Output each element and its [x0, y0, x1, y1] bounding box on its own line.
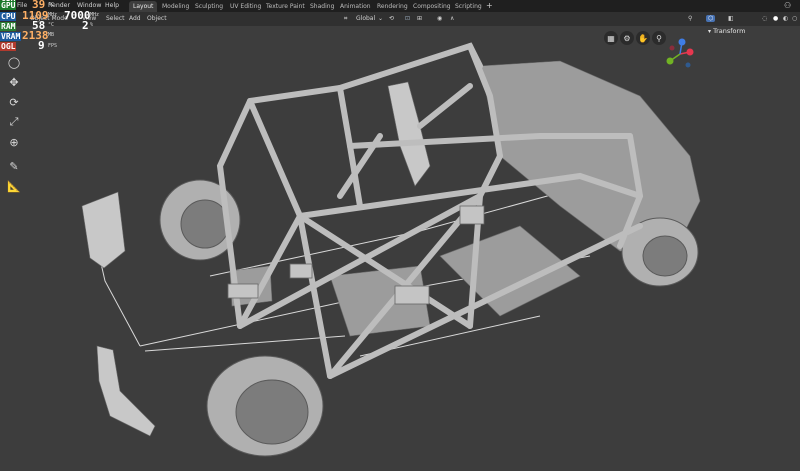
move-tool-icon[interactable]: ✥ [4, 73, 24, 91]
stat-ogl-unit: FPS [48, 43, 58, 49]
falloff-icon[interactable]: ∧ [450, 15, 454, 22]
rotate-tool-icon[interactable]: ⟳ [4, 93, 24, 111]
navigation-gizmo[interactable] [660, 34, 700, 74]
stat-cpu-label: CPU [0, 12, 17, 21]
viewport-gizmo-toggle-icon[interactable]: ⚲ [688, 15, 692, 22]
chevron-down-icon[interactable]: ⌄ [378, 15, 383, 22]
stat-ogl-label: OGL [0, 42, 17, 51]
tab-rendering[interactable]: Rendering [373, 1, 412, 12]
axis-x-icon[interactable] [686, 48, 694, 56]
viewport-header: Object Mode View Select Add Object ⌗ Glo… [0, 12, 800, 26]
3d-viewport[interactable]: GPU ◯ ✥ ⟳ ⤢ ⊕ ✎ 📐 ▦ ⚙ ✋ ⚲ ▾ Transform [0, 0, 800, 471]
car-rollcage-model [81, 42, 701, 457]
stat-vram-unit: MB [48, 32, 55, 38]
snap-target-icon[interactable]: ⊞ [417, 15, 422, 22]
scale-tool-icon[interactable]: ⤢ [4, 113, 24, 131]
pan-view-icon[interactable]: ✋ [636, 31, 650, 45]
stat-cpu-unit2: MHz [90, 12, 100, 18]
stat-ram-value2: 2 [82, 19, 89, 32]
tab-layout[interactable]: Layout [129, 1, 158, 12]
tab-modeling[interactable]: Modeling [158, 1, 193, 12]
stat-cpu-unit: MHz [48, 12, 58, 18]
stats-overlay-block: GPU 39 °C CPU 1109 MHz 7000 MHz RAM 58 °… [0, 0, 112, 52]
transform-panel-title: Transform [713, 27, 746, 35]
tab-texture-paint[interactable]: Texture Paint [262, 1, 309, 12]
stat-ram-unit: °C [48, 22, 55, 28]
shading-wireframe-icon[interactable]: ◌ [762, 15, 767, 22]
annotate-tool-icon[interactable]: ✎ [4, 157, 24, 175]
tab-animation[interactable]: Animation [336, 1, 375, 12]
sidebar-transform-panel[interactable]: ▾ Transform [708, 27, 800, 39]
add-workspace-icon[interactable]: + [486, 1, 493, 10]
axis-z-icon[interactable] [678, 38, 686, 46]
tweak-tool-icon[interactable]: ◯ [4, 53, 24, 71]
stat-gpu-unit: °C [48, 2, 55, 8]
stat-ram-unit2: % [90, 22, 94, 28]
shading-solid-icon[interactable]: ● [773, 15, 778, 22]
tab-shading[interactable]: Shading [306, 1, 338, 12]
stat-vram-label: VRAM [0, 32, 22, 41]
pivot-point-icon[interactable]: ⟲ [389, 15, 394, 22]
transform-orientation-icon[interactable]: ⌗ [344, 15, 347, 23]
stat-ogl-value: 9 [38, 39, 45, 52]
shading-rendered-icon[interactable]: ○ [792, 15, 797, 22]
snap-icon[interactable]: ⊡ [405, 15, 410, 22]
stat-ram-label: RAM [0, 22, 17, 31]
xray-icon[interactable]: ◧ [728, 15, 734, 22]
tab-uv-editing[interactable]: UV Editing [226, 1, 265, 12]
tab-compositing[interactable]: Compositing [409, 1, 455, 12]
transform-orientation-dropdown[interactable]: Global [356, 15, 375, 22]
stat-gpu-label: GPU [0, 1, 17, 10]
camera-view-icon[interactable]: ▦ [604, 31, 618, 45]
overlays-icon[interactable]: ⬡ [706, 15, 716, 22]
menu-add[interactable]: Add [129, 15, 141, 22]
panel-expand-icon[interactable]: ▾ [708, 28, 711, 35]
shading-material-icon[interactable]: ◐ [783, 15, 788, 22]
transform-tool-icon[interactable]: ⊕ [4, 133, 24, 151]
proportional-edit-icon[interactable]: ◉ [437, 15, 442, 22]
menu-object[interactable]: Object [147, 15, 167, 22]
tab-sculpting[interactable]: Sculpting [191, 1, 227, 12]
top-bar: ◉ File Render Window Help Layout Modelin… [0, 0, 800, 12]
measure-tool-icon[interactable]: 📐 [4, 177, 24, 195]
tab-scripting[interactable]: Scripting [451, 1, 486, 12]
scene-icon[interactable]: ⚇ [784, 1, 791, 10]
zoom-view-icon[interactable]: ⚲ [652, 31, 666, 45]
axis-y-icon[interactable] [666, 57, 674, 65]
toggle-view-icon[interactable]: ⚙ [620, 31, 634, 45]
